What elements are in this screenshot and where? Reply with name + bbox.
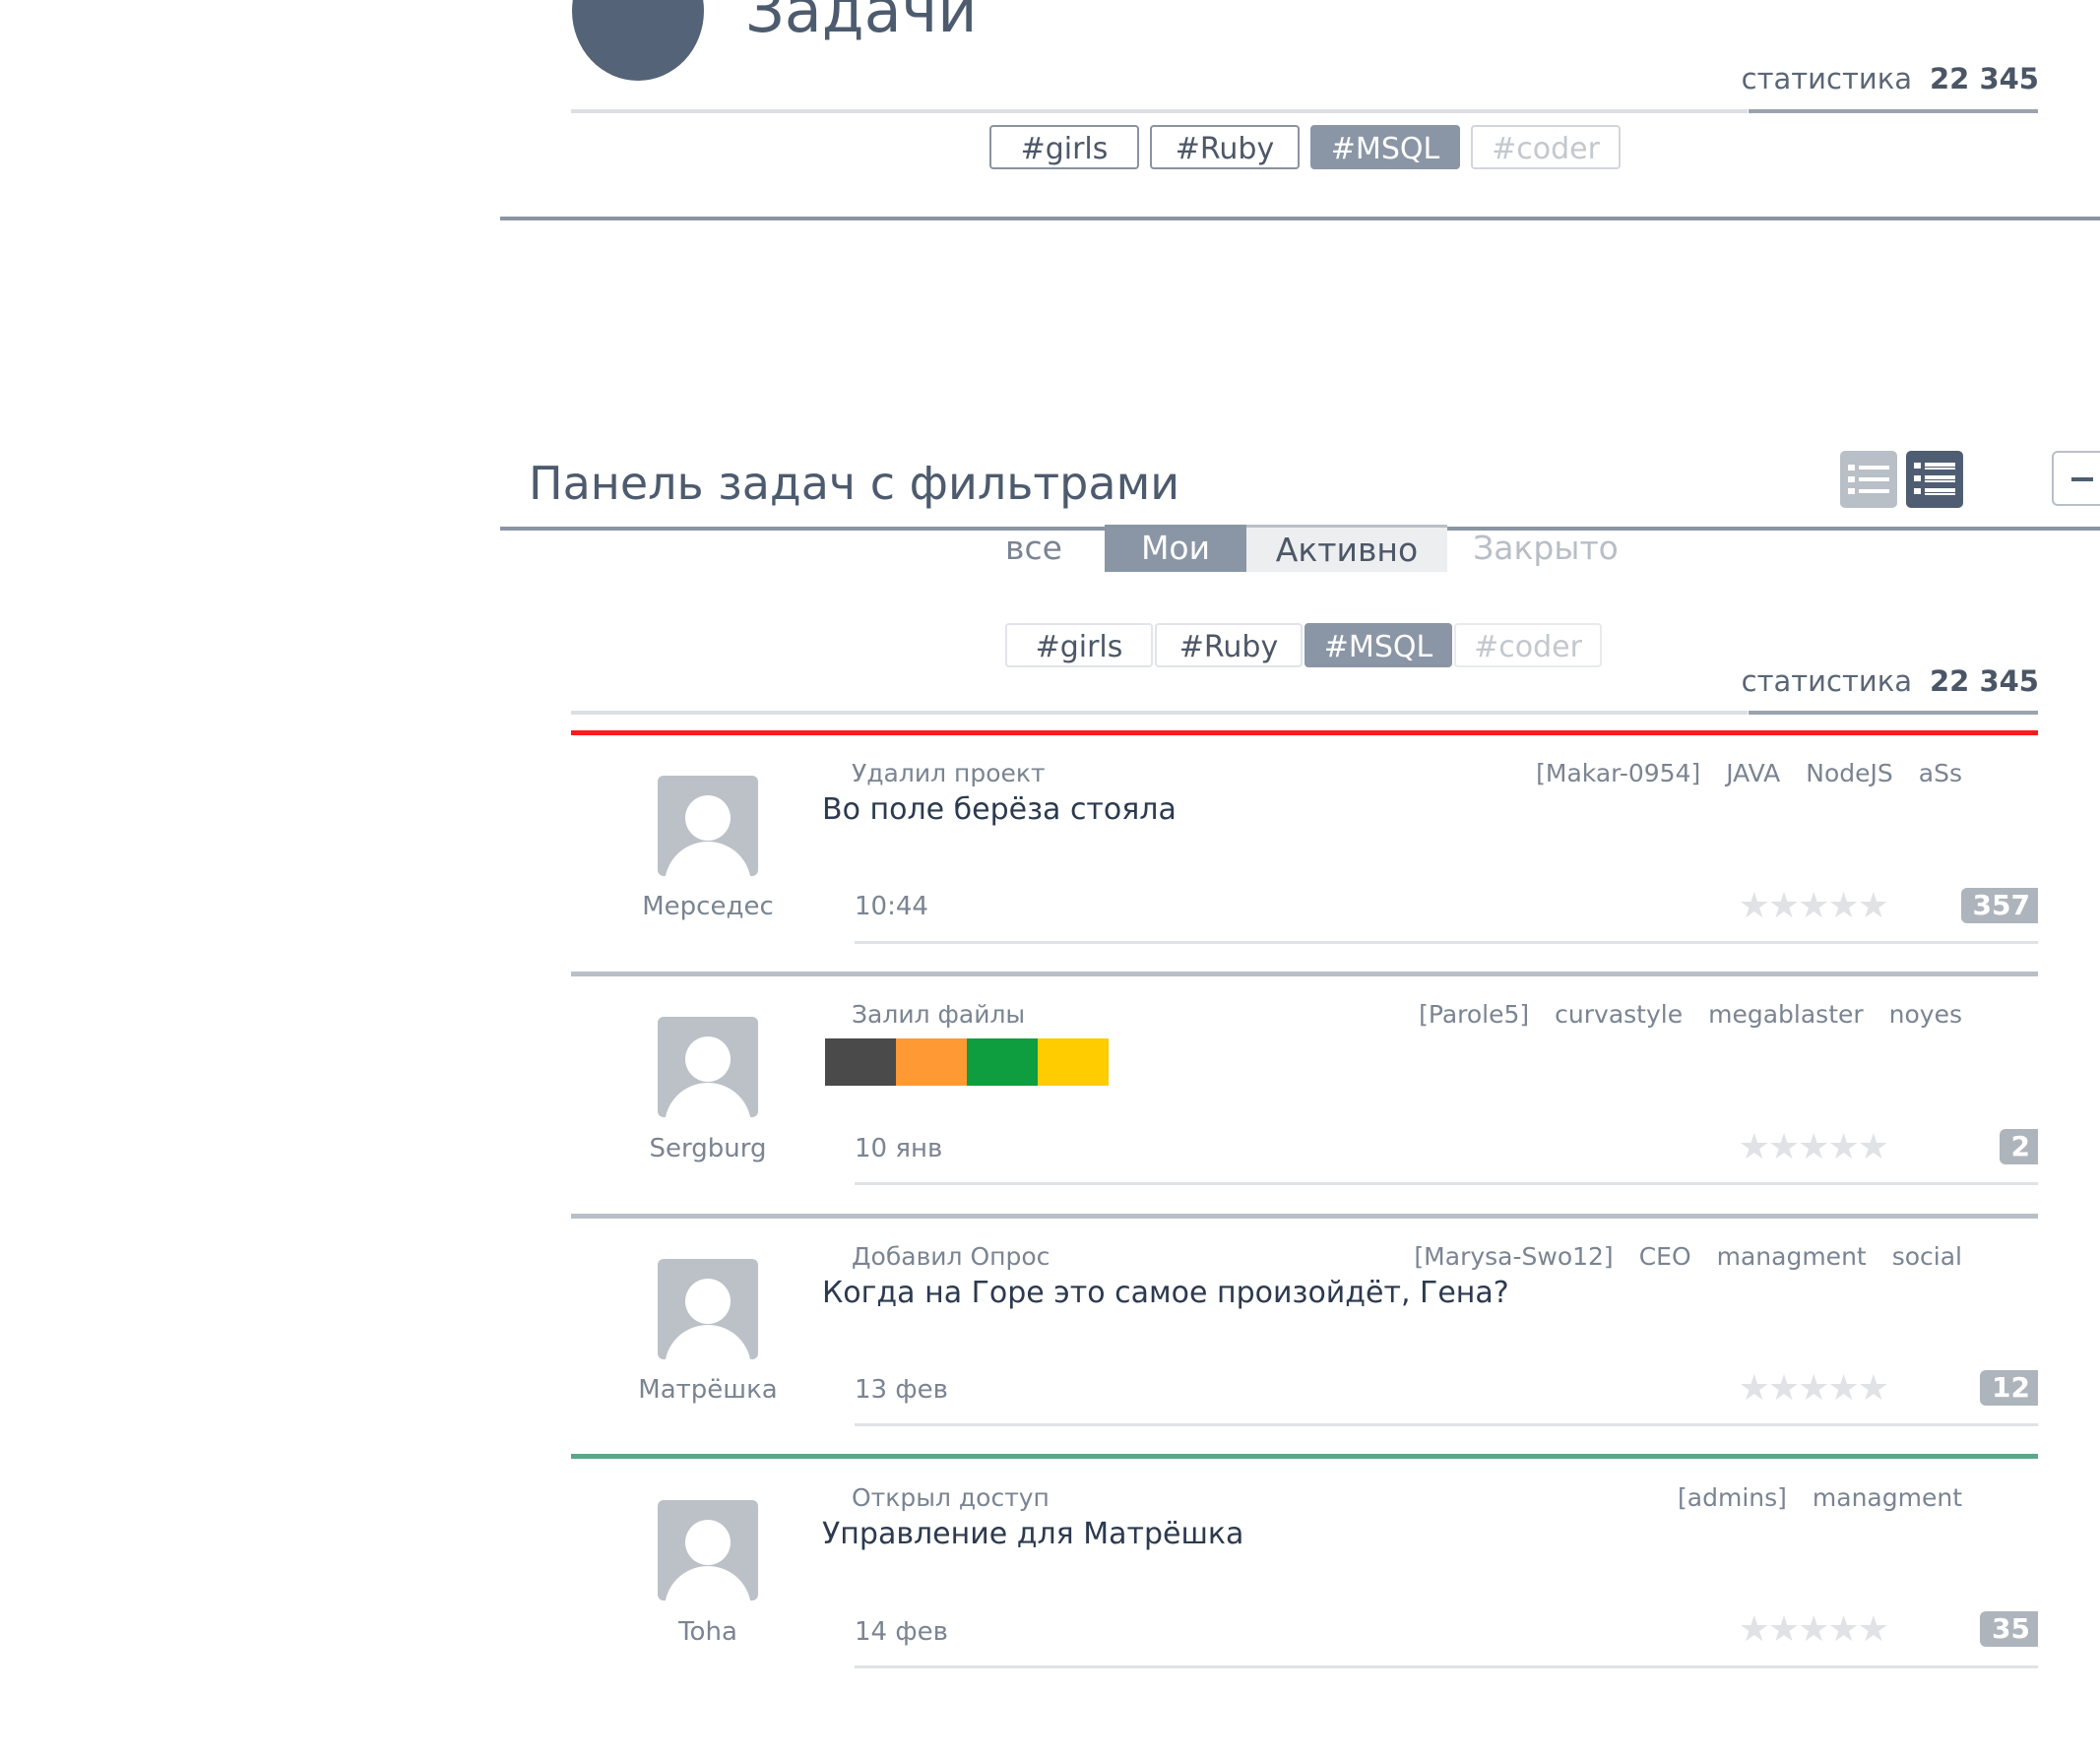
- detailed-list-view-button[interactable]: [1906, 451, 1963, 508]
- row-underline: [855, 1665, 2038, 1668]
- author-name[interactable]: Мерседес: [609, 891, 806, 922]
- page-title: Задачи: [745, 0, 978, 46]
- user-silhouette-icon: [685, 1036, 731, 1082]
- activity-action: Залил файлы: [852, 1000, 1026, 1029]
- rating-stars-icon[interactable]: ★★★★★: [1739, 1128, 1889, 1167]
- panel-tag-msql[interactable]: #MSQL: [1305, 623, 1452, 667]
- row-tag[interactable]: [Marysa-Swo12]: [1414, 1242, 1613, 1271]
- list-icon: [1848, 465, 1889, 494]
- panel-stats-underline: [1749, 711, 2038, 715]
- row-tag[interactable]: [Parole5]: [1419, 1000, 1529, 1029]
- row-underline: [855, 1423, 2038, 1426]
- row-tags: [admins] managment: [1652, 1483, 1962, 1513]
- row-tag[interactable]: social: [1892, 1242, 1962, 1271]
- file-color-swatch[interactable]: [967, 1038, 1038, 1086]
- header-tag-ruby[interactable]: #Ruby: [1150, 125, 1300, 169]
- author-name[interactable]: Toha: [609, 1616, 806, 1648]
- header-avatar: [572, 0, 704, 81]
- row-underline: [855, 941, 2038, 944]
- header-tag-girls[interactable]: #girls: [989, 125, 1139, 169]
- user-silhouette-icon: [685, 795, 731, 841]
- row-tag[interactable]: NodeJS: [1806, 759, 1893, 787]
- count-badge: 12: [1980, 1370, 2038, 1406]
- row-tag[interactable]: managment: [1813, 1483, 1962, 1512]
- panel-tag-ruby[interactable]: #Ruby: [1155, 623, 1303, 667]
- panel-stats: статистика 22 345: [1742, 663, 2039, 699]
- tab-all[interactable]: все: [994, 525, 1073, 572]
- row-tag[interactable]: noyes: [1889, 1000, 1962, 1029]
- row-tags: [Marysa-Swo12] CEO managment social: [1388, 1242, 1962, 1272]
- avatar[interactable]: [658, 1259, 758, 1359]
- detailed-list-icon: [1914, 463, 1955, 495]
- count-badge: 35: [1980, 1611, 2038, 1647]
- header-divider: [571, 109, 1748, 113]
- timestamp: 10:44: [855, 892, 928, 921]
- header-tag-coder[interactable]: #coder: [1471, 125, 1621, 169]
- minus-icon: [2071, 477, 2093, 481]
- tab-active[interactable]: Активно: [1246, 525, 1447, 572]
- collapse-panel-button[interactable]: [2052, 451, 2100, 506]
- file-color-swatch[interactable]: [896, 1038, 967, 1086]
- tab-closed[interactable]: Закрыто: [1467, 525, 1624, 572]
- panel-stats-label: статистика: [1741, 664, 1912, 698]
- task-title[interactable]: Когда на Горе это самое произойдёт, Гена…: [822, 1275, 1509, 1312]
- rating-stars-icon[interactable]: ★★★★★: [1739, 887, 1889, 926]
- row-tag[interactable]: JAVA: [1726, 759, 1780, 787]
- row-tag[interactable]: aSs: [1919, 759, 1962, 787]
- rating-stars-icon[interactable]: ★★★★★: [1739, 1610, 1889, 1650]
- avatar[interactable]: [658, 1017, 758, 1117]
- panel-stats-value: 22 345: [1930, 664, 2039, 698]
- activity-action: Добавил Опрос: [852, 1242, 1050, 1271]
- author-name[interactable]: Sergburg: [609, 1133, 806, 1164]
- header-stats: статистика 22 345: [1742, 61, 2039, 96]
- author-name[interactable]: Матрёшка: [609, 1374, 806, 1406]
- feed-row-divider: [571, 1214, 2038, 1219]
- tab-mine[interactable]: Мои: [1105, 525, 1246, 572]
- row-tag[interactable]: megablaster: [1708, 1000, 1864, 1029]
- list-view-button[interactable]: [1840, 451, 1897, 508]
- feed-row-divider: [571, 730, 2038, 735]
- timestamp: 10 янв: [855, 1134, 943, 1163]
- user-silhouette-icon: [685, 1279, 731, 1324]
- row-tag[interactable]: curvastyle: [1555, 1000, 1683, 1029]
- header-stats-label: статистика: [1741, 62, 1912, 95]
- rating-stars-icon[interactable]: ★★★★★: [1739, 1369, 1889, 1409]
- row-tags: [Parole5] curvastyle megablaster noyes: [1393, 1000, 1962, 1030]
- avatar[interactable]: [658, 776, 758, 876]
- user-silhouette-icon: [685, 1520, 731, 1565]
- file-color-swatch[interactable]: [825, 1038, 896, 1086]
- header-bottom-rule: [500, 217, 2100, 220]
- row-tag[interactable]: [admins]: [1678, 1483, 1787, 1512]
- panel-tag-girls[interactable]: #girls: [1005, 623, 1153, 667]
- count-badge: 2: [1999, 1129, 2038, 1164]
- task-title[interactable]: Управление для Матрёшка: [822, 1516, 1243, 1553]
- task-title[interactable]: Во поле берёза стояла: [822, 791, 1177, 829]
- header-stats-underline: [1749, 109, 2038, 113]
- feed-row-divider: [571, 972, 2038, 976]
- row-tag[interactable]: CEO: [1639, 1242, 1691, 1271]
- activity-action: Удалил проект: [852, 759, 1046, 787]
- panel-tag-coder[interactable]: #coder: [1454, 623, 1602, 667]
- timestamp: 14 фев: [855, 1617, 948, 1647]
- panel-stats-divider: [571, 711, 1748, 715]
- row-tag[interactable]: [Makar-0954]: [1536, 759, 1700, 787]
- activity-action: Открыл доступ: [852, 1483, 1050, 1512]
- timestamp: 13 фев: [855, 1375, 948, 1405]
- panel-title: Панель задач с фильтрами: [529, 457, 1180, 510]
- feed-row-divider: [571, 1454, 2038, 1459]
- avatar[interactable]: [658, 1500, 758, 1600]
- row-tag[interactable]: managment: [1717, 1242, 1867, 1271]
- row-tags: [Makar-0954] JAVA NodeJS aSs: [1510, 759, 1962, 788]
- count-badge: 357: [1960, 888, 2038, 923]
- header-stats-value: 22 345: [1930, 62, 2039, 95]
- header-tag-msql[interactable]: #MSQL: [1310, 125, 1460, 169]
- file-color-swatch[interactable]: [1038, 1038, 1109, 1086]
- row-underline: [855, 1182, 2038, 1185]
